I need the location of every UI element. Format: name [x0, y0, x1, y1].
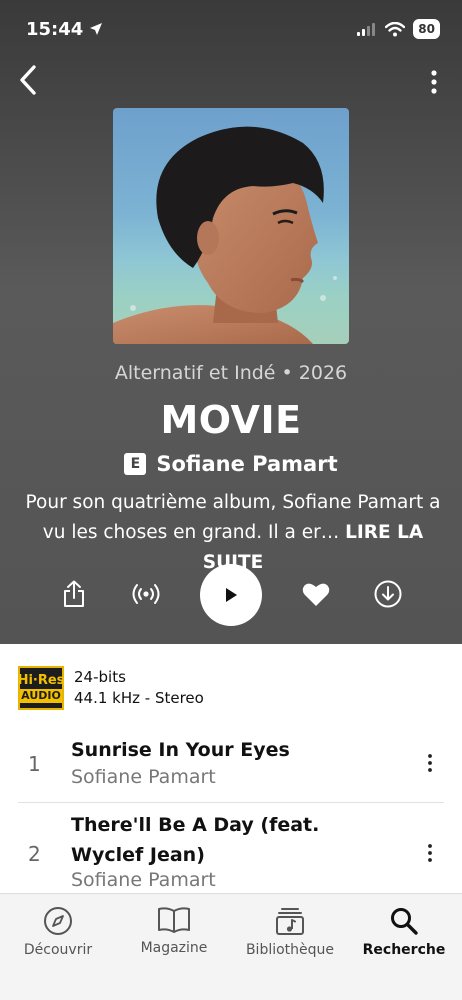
- album-header: 15:44 80 Alternatif et Indé • 2026 MOVIE…: [0, 0, 462, 644]
- hi-res-badge-top: Hi·Res: [17, 673, 65, 688]
- track-divider: [18, 802, 444, 803]
- tab-library[interactable]: Bibliothèque: [232, 906, 348, 958]
- hi-res-badge-bottom: AUDIO: [20, 689, 62, 703]
- library-icon: [276, 908, 304, 935]
- compass-icon: [44, 907, 72, 935]
- tab-discover[interactable]: Découvrir: [0, 906, 116, 958]
- track-artist: Sofiane Pamart: [71, 869, 216, 891]
- artist-name[interactable]: Sofiane Pamart: [156, 452, 337, 476]
- description-text: vu les choses en grand. Il a er…: [42, 522, 340, 543]
- tab-label: Découvrir: [23, 942, 93, 958]
- radio-icon: [132, 584, 160, 604]
- back-button[interactable]: [8, 60, 48, 100]
- search-icon: [391, 908, 418, 935]
- heart-icon: [302, 583, 330, 606]
- track-title-line-2: Wyclef Jean): [71, 844, 205, 866]
- status-bar: 15:44 80: [0, 0, 462, 58]
- sample-rate: 44.1 kHz - Stereo: [74, 689, 204, 707]
- more-vertical-icon: [428, 754, 432, 772]
- download-icon: [374, 580, 402, 608]
- battery-indicator: 80: [413, 19, 440, 39]
- more-options-button[interactable]: [424, 62, 444, 102]
- play-icon: [226, 588, 237, 602]
- status-indicators: 80: [357, 19, 440, 39]
- favorite-button[interactable]: [296, 564, 336, 624]
- download-button[interactable]: [368, 564, 408, 624]
- tab-label: Bibliothèque: [245, 942, 335, 958]
- bottom-tab-bar: Découvrir Magazine Bibliothèque Recherch…: [0, 893, 462, 1000]
- time-text: 15:44: [26, 18, 84, 40]
- book-icon: [158, 907, 190, 933]
- tab-search[interactable]: Recherche: [346, 906, 462, 958]
- track-title: Sunrise In Your Eyes: [71, 739, 290, 761]
- location-arrow-icon: [90, 23, 103, 35]
- tab-label: Magazine: [140, 940, 208, 956]
- tab-label: Recherche: [362, 942, 446, 958]
- album-cover: [113, 108, 349, 344]
- share-icon: [64, 580, 84, 607]
- share-button[interactable]: [56, 564, 92, 624]
- track-more-button[interactable]: [420, 838, 440, 868]
- more-vertical-icon: [428, 844, 432, 862]
- album-cover-art: [113, 126, 337, 344]
- tab-magazine[interactable]: Magazine: [116, 906, 232, 956]
- audio-quality: Hi·Res AUDIO 24-bits 44.1 kHz - Stereo: [18, 666, 204, 710]
- hi-res-audio-badge: Hi·Res AUDIO: [18, 666, 64, 710]
- track-number: 2: [28, 842, 41, 866]
- track-number: 1: [28, 752, 41, 776]
- description-line-1: Pour son quatrième album, Sofiane Pamart…: [25, 492, 441, 513]
- play-button[interactable]: [200, 564, 262, 626]
- album-genre-year: Alternatif et Indé • 2026: [114, 362, 348, 384]
- quality-details: 24-bits 44.1 kHz - Stereo: [74, 667, 204, 709]
- status-time: 15:44: [26, 19, 103, 40]
- signal-icon: [357, 23, 376, 36]
- chevron-left-icon: [20, 65, 36, 95]
- radio-button[interactable]: [126, 564, 166, 624]
- explicit-badge: E: [124, 453, 147, 475]
- track-title-line-1: There'll Be A Day (feat.: [71, 814, 320, 836]
- track-row[interactable]: 2 There'll Be A Day (feat. Wyclef Jean) …: [18, 809, 444, 893]
- track-more-button[interactable]: [420, 748, 440, 778]
- more-vertical-icon: [431, 70, 437, 94]
- track-row[interactable]: 1 Sunrise In Your Eyes Sofiane Pamart: [18, 734, 444, 802]
- album-title: MOVIE: [160, 398, 302, 442]
- bit-depth: 24-bits: [74, 668, 126, 686]
- wifi-icon: [385, 21, 406, 36]
- artist-row[interactable]: E Sofiane Pamart: [0, 452, 462, 476]
- track-artist: Sofiane Pamart: [71, 766, 216, 788]
